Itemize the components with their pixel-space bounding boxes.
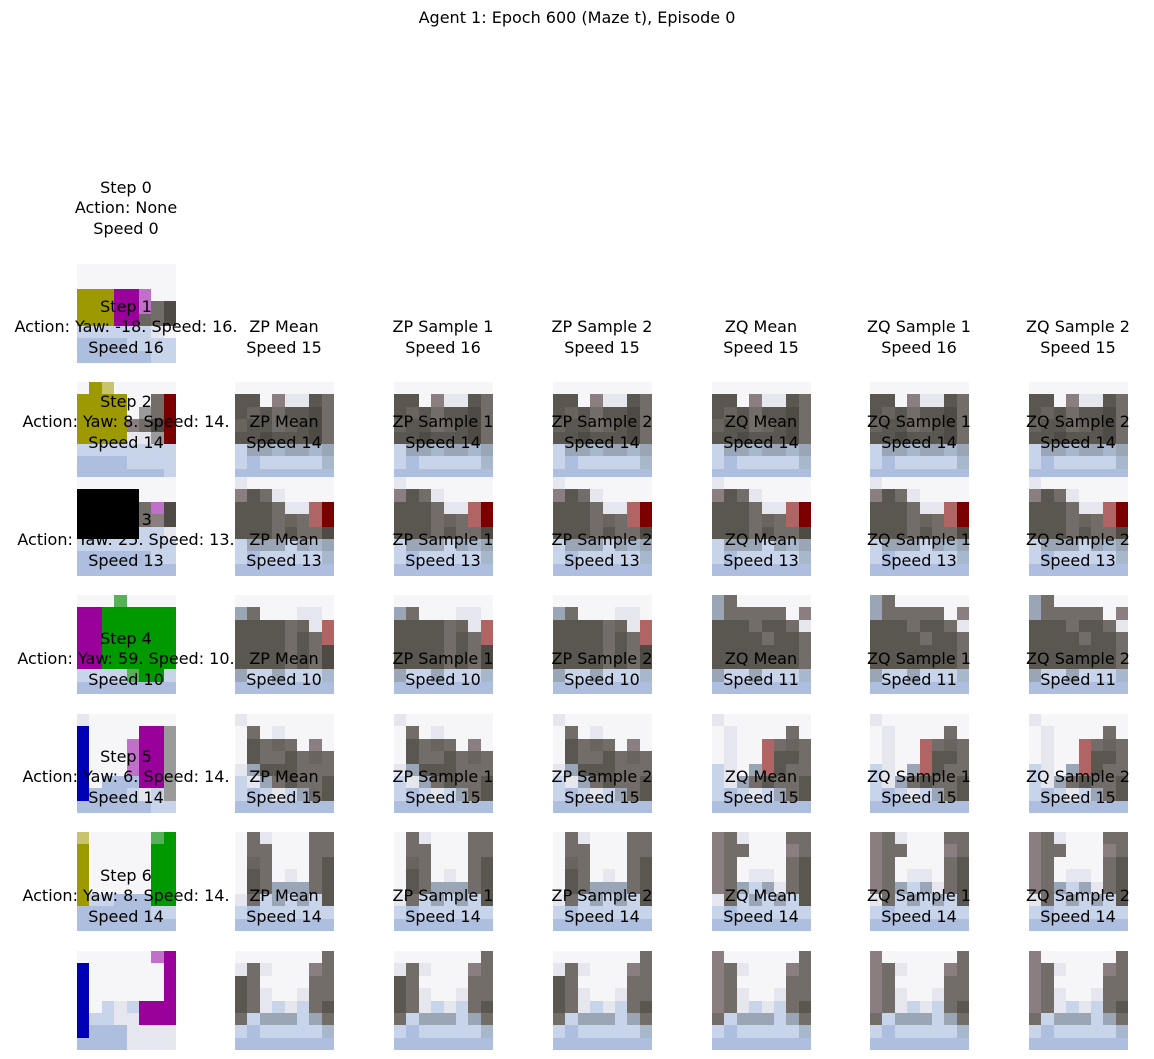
prediction-column-title: ZQ Sample 2	[1026, 649, 1130, 668]
prediction-image	[553, 951, 652, 1050]
step0-title: Step 0	[100, 178, 152, 197]
step0-speed: Speed 0	[93, 219, 159, 238]
prediction-column-title: ZQ Sample 2	[1026, 530, 1130, 549]
step-title: Step 5	[100, 747, 152, 766]
step-observation	[77, 951, 176, 1050]
prediction-speed: Speed 13	[1040, 551, 1116, 570]
prediction-image	[394, 951, 493, 1050]
prediction-column-title: ZQ Sample 2	[1026, 767, 1130, 786]
prediction-image	[1029, 951, 1128, 1050]
prediction-column-title: ZQ Sample 2	[1026, 886, 1130, 905]
prediction-column-title: ZQ Sample 2	[1026, 412, 1130, 431]
step-title: Step 6	[100, 866, 152, 885]
prediction-speed: Speed 14	[1040, 433, 1116, 452]
prediction-image	[870, 951, 969, 1050]
prediction-column-title: ZQ Sample 2	[1026, 317, 1130, 336]
figure-title: Agent 1: Epoch 600 (Maze t), Episode 0	[418, 8, 736, 27]
prediction-image	[235, 951, 334, 1050]
prediction-image	[712, 951, 811, 1050]
step-title: Step 3	[100, 510, 152, 529]
step0-action: Action: None	[74, 198, 178, 217]
step-title: Step 2	[100, 392, 152, 411]
step-title: Step 4	[100, 629, 152, 648]
prediction-speed: Speed 15	[1040, 338, 1116, 357]
step-title: Step 1	[100, 297, 152, 316]
prediction-speed: Speed 11	[1040, 670, 1116, 689]
prediction-speed: Speed 14	[1040, 907, 1116, 926]
prediction-speed: Speed 15	[1040, 788, 1116, 807]
